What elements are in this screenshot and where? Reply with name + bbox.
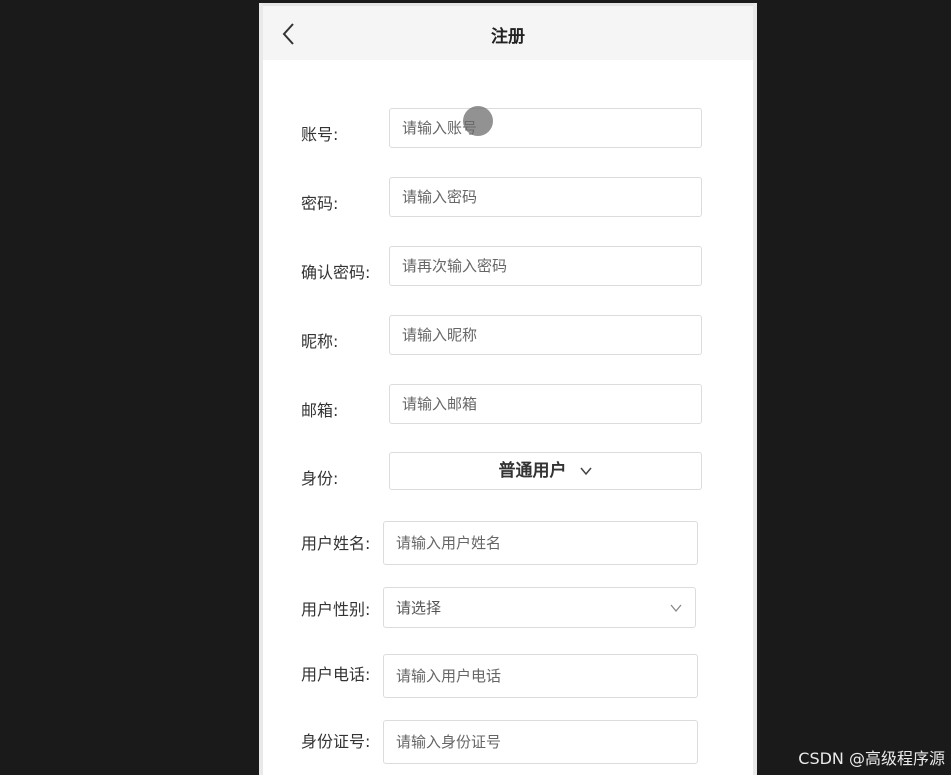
id-number-input[interactable] bbox=[383, 720, 698, 764]
email-label: 邮箱: bbox=[301, 401, 339, 420]
user-name-input[interactable] bbox=[383, 521, 698, 565]
email-input[interactable] bbox=[389, 384, 702, 424]
password-input[interactable] bbox=[389, 177, 702, 217]
account-input[interactable] bbox=[389, 108, 702, 148]
account-label: 账号: bbox=[301, 125, 339, 144]
user-phone-input[interactable] bbox=[383, 654, 698, 698]
nickname-input[interactable] bbox=[389, 315, 702, 355]
identity-select[interactable]: 普通用户 bbox=[389, 452, 702, 490]
chevron-down-icon bbox=[579, 467, 592, 476]
identity-value: 普通用户 bbox=[498, 461, 567, 481]
phone-screen: 注册 账号: 密码: 确认密码: 昵称: 邮箱: 身份: 普通用户 用户姓名: … bbox=[259, 3, 757, 775]
top-nav-bar: 注册 bbox=[263, 3, 753, 60]
watermark: CSDN @高级程序源 bbox=[798, 749, 945, 768]
user-gender-value: 请选择 bbox=[396, 598, 442, 617]
id-number-label: 身份证号: bbox=[301, 732, 371, 751]
password-label: 密码: bbox=[301, 194, 339, 213]
user-gender-label: 用户性别: bbox=[301, 600, 371, 619]
identity-label: 身份: bbox=[301, 469, 339, 488]
chevron-down-icon bbox=[670, 604, 682, 612]
nickname-label: 昵称: bbox=[301, 332, 339, 351]
touch-indicator bbox=[463, 106, 493, 136]
page-title: 注册 bbox=[491, 27, 525, 47]
user-phone-label: 用户电话: bbox=[301, 665, 371, 684]
user-gender-select[interactable]: 请选择 bbox=[383, 587, 696, 628]
confirm-password-input[interactable] bbox=[389, 246, 702, 286]
user-name-label: 用户姓名: bbox=[301, 534, 371, 553]
confirm-password-label: 确认密码: bbox=[301, 263, 371, 282]
